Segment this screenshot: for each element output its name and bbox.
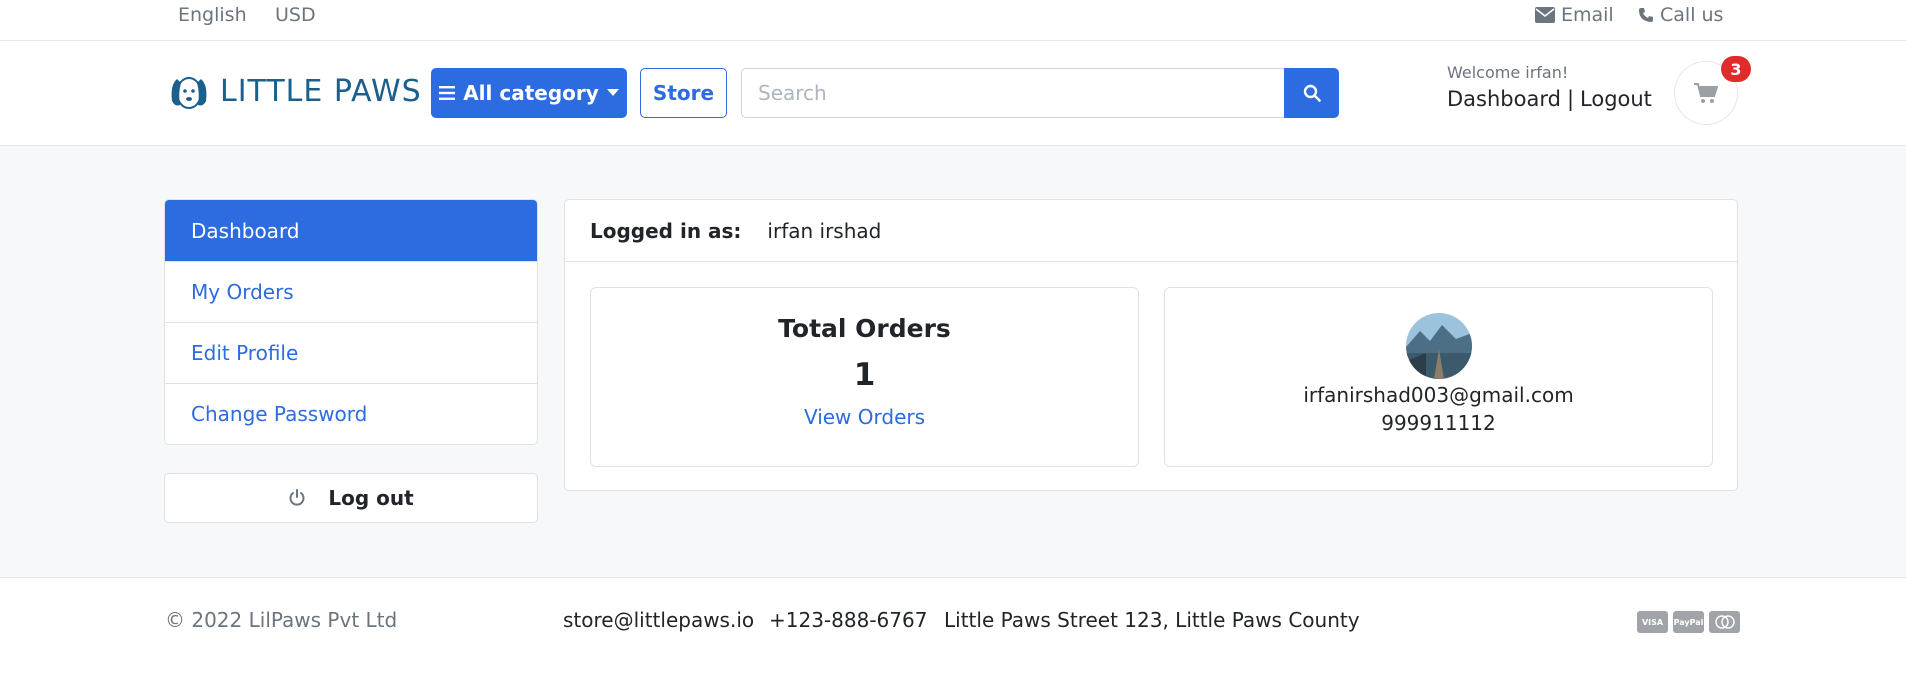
- welcome-message: Welcome irfan!: [1447, 63, 1569, 82]
- logout-button[interactable]: Log out: [164, 473, 538, 523]
- profile-card: irfanirshad003@gmail.com 999911112: [1164, 287, 1713, 467]
- total-orders-card: Total Orders 1 View Orders: [590, 287, 1139, 467]
- paypal-icon: PayPal: [1673, 611, 1704, 633]
- dashboard-panel: Logged in as: irfan irshad Total Orders …: [564, 199, 1738, 491]
- dashboard-link[interactable]: Dashboard: [1447, 87, 1561, 111]
- payment-methods: VISA PayPal: [1637, 611, 1740, 633]
- search-input[interactable]: Search: [741, 68, 1284, 118]
- footer-copyright: © 2022 LilPaws Pvt Ltd: [165, 608, 398, 632]
- menu-icon: [439, 86, 456, 100]
- language-selector[interactable]: English: [178, 4, 247, 26]
- total-orders-title: Total Orders: [778, 314, 951, 343]
- logged-in-user: irfan irshad: [767, 218, 882, 243]
- sidebar-item-dashboard[interactable]: Dashboard: [165, 200, 537, 261]
- main-header: LITTLE PAWS All category Store Search We…: [0, 41, 1906, 146]
- landscape-avatar-image: [1405, 313, 1472, 379]
- account-sidebar: Dashboard My Orders Edit Profile Change …: [164, 199, 538, 445]
- panel-header: Logged in as: irfan irshad: [565, 200, 1737, 262]
- account-links: Dashboard | Logout: [1447, 87, 1652, 111]
- search-icon: [1303, 84, 1321, 102]
- brand-name: LITTLE PAWS: [220, 73, 422, 109]
- store-button[interactable]: Store: [640, 68, 727, 118]
- mastercard-icon: [1709, 611, 1740, 633]
- all-category-label: All category: [463, 81, 599, 105]
- phone-icon: [1639, 8, 1653, 22]
- cart-icon: [1694, 83, 1718, 103]
- brand-logo[interactable]: LITTLE PAWS: [168, 71, 422, 111]
- sidebar-item-change-password[interactable]: Change Password: [165, 383, 537, 444]
- caret-down-icon: [606, 89, 619, 96]
- sidebar-item-edit-profile[interactable]: Edit Profile: [165, 322, 537, 383]
- link-separator: |: [1566, 87, 1575, 111]
- visa-icon: VISA: [1637, 611, 1668, 633]
- email-link[interactable]: Email: [1535, 4, 1614, 26]
- profile-email: irfanirshad003@gmail.com: [1303, 383, 1574, 407]
- currency-selector[interactable]: USD: [275, 4, 316, 26]
- power-icon: [289, 489, 305, 506]
- call-label: Call us: [1660, 4, 1724, 26]
- total-orders-count: 1: [853, 357, 876, 393]
- search-button[interactable]: [1284, 68, 1339, 118]
- call-link[interactable]: Call us: [1638, 4, 1723, 26]
- envelope-icon: [1535, 7, 1555, 23]
- site-footer: © 2022 LilPaws Pvt Ltd store@littlepaws.…: [0, 578, 1906, 694]
- footer-phone[interactable]: +123-888-6767: [769, 608, 927, 632]
- avatar: [1405, 313, 1472, 379]
- sidebar-item-my-orders[interactable]: My Orders: [165, 261, 537, 322]
- logout-label: Log out: [328, 486, 414, 510]
- logout-link[interactable]: Logout: [1580, 87, 1652, 111]
- email-label: Email: [1561, 4, 1614, 26]
- logged-in-label: Logged in as:: [590, 218, 742, 243]
- dashboard-main: Dashboard My Orders Edit Profile Change …: [0, 146, 1906, 578]
- profile-phone: 999911112: [1381, 411, 1496, 435]
- dog-logo-icon: [171, 77, 207, 109]
- all-category-dropdown[interactable]: All category: [431, 68, 627, 118]
- top-bar: English USD Email Call us: [0, 0, 1906, 41]
- footer-email[interactable]: store@littlepaws.io: [563, 608, 754, 632]
- view-orders-link[interactable]: View Orders: [804, 405, 925, 429]
- cart-count-badge: 3: [1721, 56, 1751, 82]
- footer-address: Little Paws Street 123, Little Paws Coun…: [944, 608, 1360, 632]
